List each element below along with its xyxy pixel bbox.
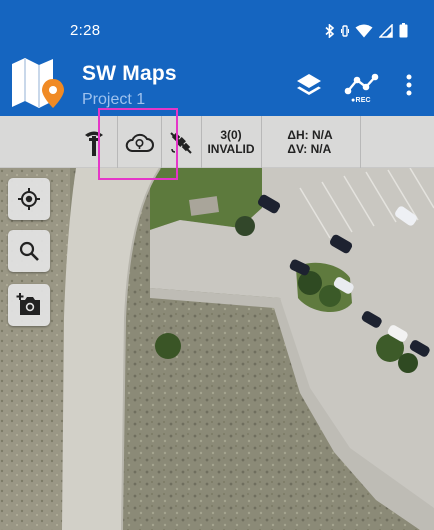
accuracy-status: ΔH: N/A ΔV: N/A: [262, 116, 358, 168]
signal-icon: [379, 23, 393, 38]
add-photo-button[interactable]: [8, 284, 50, 326]
status-bar: 2:28: [0, 0, 434, 56]
vibrate-icon: [341, 24, 349, 37]
satellite-count: 3(0): [220, 128, 242, 142]
layers-icon: [297, 74, 321, 95]
project-name[interactable]: Project 1: [82, 91, 145, 109]
map-view[interactable]: [0, 168, 434, 530]
my-location-button[interactable]: [8, 178, 50, 220]
my-location-icon: [18, 188, 40, 210]
more-options-button[interactable]: [396, 68, 422, 102]
vertical-accuracy: ΔV: N/A: [287, 142, 332, 156]
layers-button[interactable]: [291, 68, 327, 102]
record-track-button[interactable]: ●REC: [342, 68, 382, 104]
fix-quality: INVALID: [207, 142, 255, 156]
app-bar: SW Maps Project 1 ●REC: [0, 56, 434, 116]
wifi-icon: [355, 24, 373, 37]
gnss-status-bar: 3(0) INVALID ΔH: N/A ΔV: N/A: [0, 116, 434, 168]
bluetooth-icon: [325, 23, 335, 38]
separator: [360, 116, 361, 168]
app-logo-icon: [11, 56, 65, 112]
record-label: ●REC: [351, 97, 371, 104]
status-icons: [325, 23, 408, 38]
status-time: 2:28: [70, 22, 101, 39]
battery-icon: [399, 23, 408, 38]
highlight-box: [98, 108, 178, 180]
record-track-icon: [344, 73, 379, 95]
horizontal-accuracy: ΔH: N/A: [287, 128, 333, 142]
fix-status: 3(0) INVALID: [202, 116, 260, 168]
more-options-icon: [406, 74, 412, 96]
app-title: SW Maps: [82, 62, 177, 85]
search-icon: [19, 241, 39, 261]
search-button[interactable]: [8, 230, 50, 272]
add-photo-icon: [16, 293, 40, 315]
